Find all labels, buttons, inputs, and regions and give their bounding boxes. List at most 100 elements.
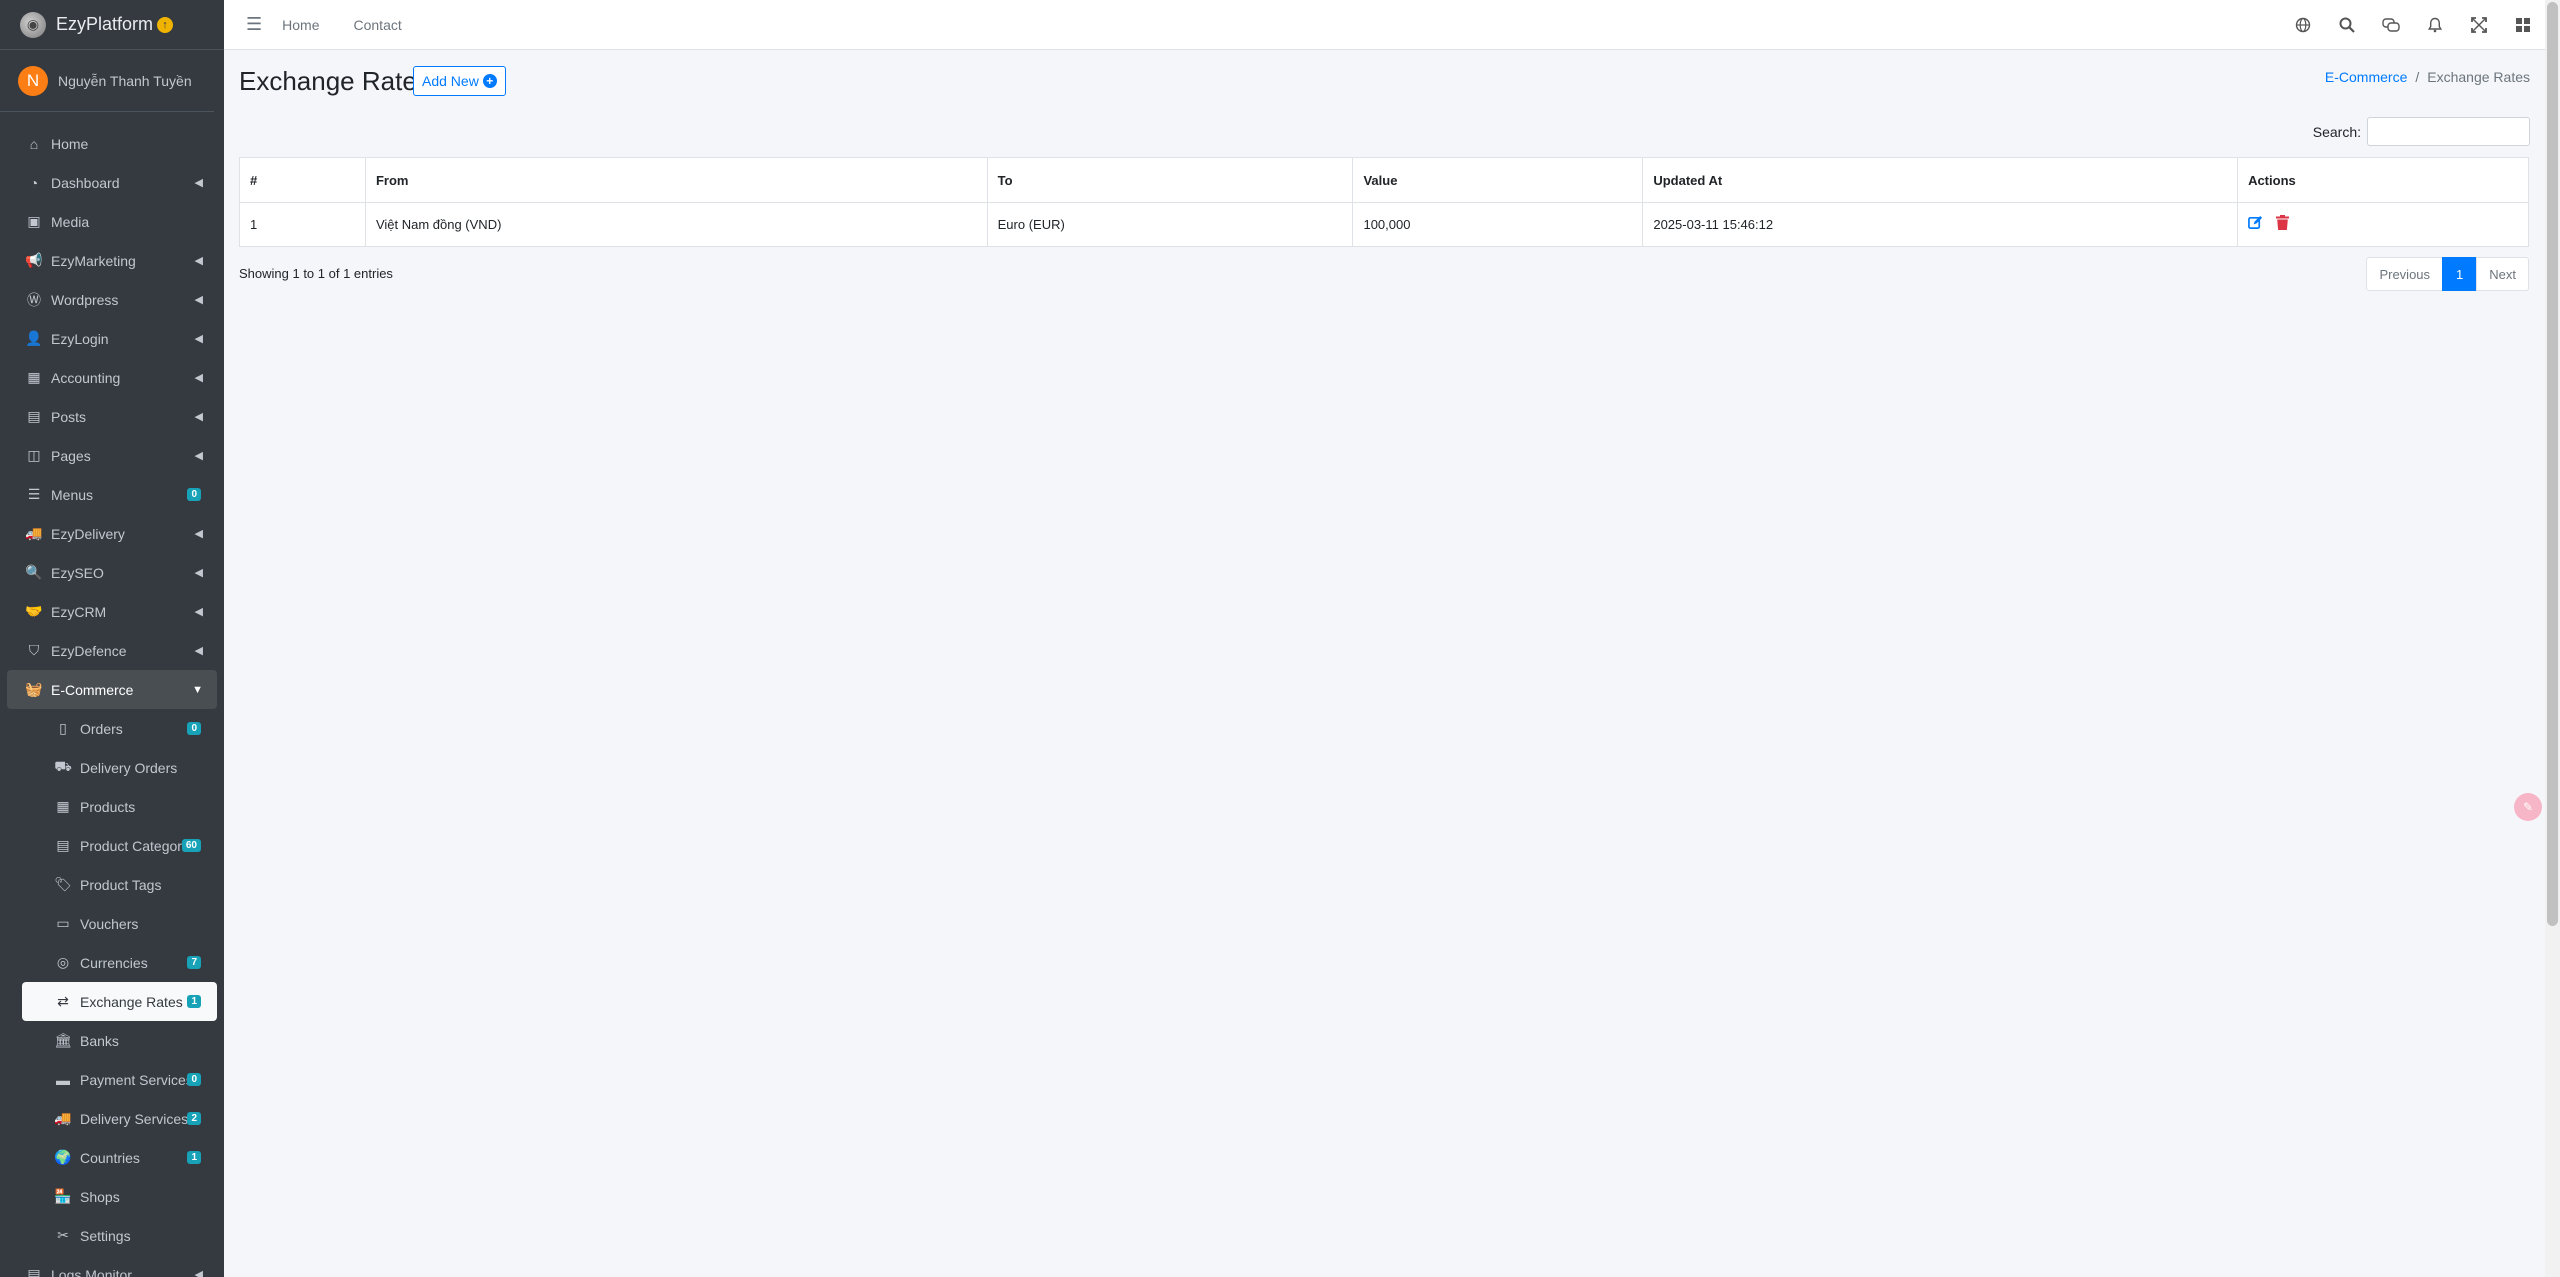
- sidebar-item-ezycrm[interactable]: 🤝 EzyCRM ◀: [7, 592, 217, 631]
- hamburger-icon[interactable]: ☰: [246, 14, 262, 35]
- chevron-left-icon: ◀: [194, 528, 203, 540]
- sidebar-item-e-commerce[interactable]: 🧺 E-Commerce ▼: [7, 670, 217, 709]
- sidebar-item-label: Delivery Orders: [80, 759, 178, 776]
- sidebar-item-dashboard[interactable]: ◔ Dashboard ◀: [7, 163, 217, 202]
- chevron-down-icon: ▼: [192, 683, 203, 696]
- nav-home-link[interactable]: Home: [282, 17, 319, 33]
- exchange-icon: ⇄: [57, 993, 69, 1009]
- upgrade-icon[interactable]: ↑: [157, 16, 174, 33]
- sidebar-item-product-categories[interactable]: ▤ Product Categories 60: [22, 826, 217, 865]
- calculator-icon: ▦: [27, 369, 41, 385]
- sidebar-item-products[interactable]: ▦ Products: [22, 787, 217, 826]
- chevron-left-icon: ◀: [194, 372, 203, 384]
- top-navbar: ☰ Home Contact: [224, 0, 2560, 50]
- messages-icon[interactable]: [2382, 16, 2400, 34]
- add-new-label: Add New: [422, 73, 479, 89]
- search-icon[interactable]: [2338, 16, 2356, 34]
- dashboard-icon: ◔: [29, 174, 39, 191]
- chevron-left-icon: ◀: [194, 255, 203, 267]
- sidebar-item-label: Delivery Services: [80, 1110, 189, 1127]
- clipboard-icon: ▤: [56, 837, 70, 853]
- page-scrollbar[interactable]: [2545, 0, 2560, 1277]
- bank-icon: 🏛: [54, 1032, 72, 1048]
- count-badge: 0: [187, 722, 201, 735]
- sidebar-item-wordpress[interactable]: Ⓦ Wordpress ◀: [7, 280, 217, 319]
- sidebar-item-ezyseo[interactable]: 🔍 EzySEO ◀: [7, 553, 217, 592]
- column-header-updated-at[interactable]: Updated At: [1642, 157, 2239, 203]
- nav-contact-link[interactable]: Contact: [354, 17, 402, 33]
- sidebar-item-label: Vouchers: [80, 915, 139, 932]
- column-header-from[interactable]: From: [364, 157, 988, 203]
- sidebar-item-product-tags[interactable]: 🏷 Product Tags: [22, 865, 217, 904]
- chevron-left-icon: ◀: [194, 567, 203, 579]
- sidebar-item-orders[interactable]: ▯ Orders 0: [22, 709, 217, 748]
- main-content: Exchange Rates Add New + E-Commerce / Exch…: [224, 51, 2560, 1277]
- sidebar-item-delivery-services[interactable]: 🚚 Delivery Services 2: [22, 1099, 217, 1138]
- bell-icon[interactable]: [2426, 16, 2444, 34]
- sidebar-item-settings[interactable]: ✂ Settings: [22, 1216, 217, 1255]
- column-header-index[interactable]: #: [239, 157, 366, 203]
- tags-icon: 🏷: [54, 876, 72, 892]
- language-globe-icon[interactable]: [2294, 16, 2312, 34]
- user-panel[interactable]: N Nguyễn Thanh Tuyền: [0, 50, 214, 112]
- sidebar-item-media[interactable]: ▣ Media: [7, 202, 217, 241]
- search-input[interactable]: [2367, 117, 2530, 146]
- sidebar-item-payment-services[interactable]: ▬ Payment Services 0: [22, 1060, 217, 1099]
- scrollbar-thumb[interactable]: [2547, 2, 2558, 926]
- sidebar-item-shops[interactable]: 🏪 Shops: [22, 1177, 217, 1216]
- sidebar-item-home[interactable]: ⌂ Home: [7, 124, 217, 163]
- trash-icon[interactable]: [2275, 214, 2289, 234]
- sidebar-item-label: EzySEO: [51, 564, 104, 581]
- page-title: Exchange Rates: [239, 66, 430, 96]
- chevron-left-icon: ◀: [194, 333, 203, 345]
- sidebar-item-exchange-rates[interactable]: ⇄ Exchange Rates 1: [22, 982, 217, 1021]
- sidebar-item-accounting[interactable]: ▦ Accounting ◀: [7, 358, 217, 397]
- sidebar-item-ezymarketing[interactable]: 📢 EzyMarketing ◀: [7, 241, 217, 280]
- sidebar-item-ezydefence[interactable]: ⛉ EzyDefence ◀: [7, 631, 217, 670]
- exchange-rates-table: # From To Value Updated At Actions 1 Việ…: [239, 157, 2529, 247]
- floating-widget-icon[interactable]: ✎: [2514, 793, 2542, 821]
- fullscreen-icon[interactable]: [2470, 16, 2488, 34]
- cell-index: 1: [239, 202, 366, 247]
- sidebar-item-posts[interactable]: ▤ Posts ◀: [7, 397, 217, 436]
- cell-value: 100,000: [1352, 202, 1644, 247]
- table-row: 1 Việt Nam đồng (VND) Euro (EUR) 100,000…: [239, 202, 2529, 247]
- sidebar-item-label: Product Tags: [80, 876, 162, 893]
- cell-actions: [2237, 202, 2529, 247]
- sidebar-item-label: Pages: [51, 447, 91, 464]
- sidebar-item-vouchers[interactable]: ▭ Vouchers: [22, 904, 217, 943]
- sidebar-item-delivery-orders[interactable]: ⛟ Delivery Orders: [22, 748, 217, 787]
- breadcrumb-ecommerce[interactable]: E-Commerce: [2325, 69, 2407, 85]
- cell-to: Euro (EUR): [986, 202, 1354, 247]
- column-header-value[interactable]: Value: [1352, 157, 1644, 203]
- pagination-previous[interactable]: Previous: [2366, 257, 2444, 291]
- edit-icon[interactable]: [2248, 215, 2267, 234]
- add-new-button[interactable]: Add New +: [413, 66, 506, 96]
- pagination-next[interactable]: Next: [2476, 257, 2529, 291]
- sidebar-item-pages[interactable]: ◫ Pages ◀: [7, 436, 217, 475]
- plus-circle-icon: +: [482, 74, 497, 88]
- count-badge: 0: [187, 488, 201, 501]
- chevron-left-icon: ◀: [194, 606, 203, 618]
- brand[interactable]: ◉ EzyPlatform ↑: [0, 0, 224, 50]
- home-icon: ⌂: [29, 135, 39, 152]
- globe-icon: 🌍: [54, 1149, 72, 1165]
- sidebar-item-ezylogin[interactable]: 👤 EzyLogin ◀: [7, 319, 217, 358]
- apps-grid-icon[interactable]: [2514, 16, 2532, 34]
- sidebar-item-menus[interactable]: ☰ Menus 0: [7, 475, 217, 514]
- sidebar-item-label: Logs Monitor: [51, 1266, 132, 1277]
- count-badge: 7: [187, 956, 201, 969]
- sidebar-item-label: EzyMarketing: [51, 252, 136, 269]
- sidebar-item-currencies[interactable]: ◎ Currencies 7: [22, 943, 217, 982]
- column-header-to[interactable]: To: [986, 157, 1354, 203]
- shield-icon: ⛉: [28, 642, 40, 658]
- sidebar-item-ezydelivery[interactable]: 🚚 EzyDelivery ◀: [7, 514, 217, 553]
- sidebar-item-label: Accounting: [51, 369, 121, 386]
- sidebar-item-banks[interactable]: 🏛 Banks: [22, 1021, 217, 1060]
- sidebar-item-label: EzyCRM: [51, 603, 107, 620]
- cubes-icon: ▦: [56, 798, 70, 814]
- pagination-page-1[interactable]: 1: [2442, 257, 2478, 291]
- image-icon: ▣: [27, 213, 41, 229]
- sidebar-item-logs-monitor[interactable]: ▤ Logs Monitor ◀: [7, 1255, 217, 1277]
- sidebar-item-countries[interactable]: 🌍 Countries 1: [22, 1138, 217, 1177]
